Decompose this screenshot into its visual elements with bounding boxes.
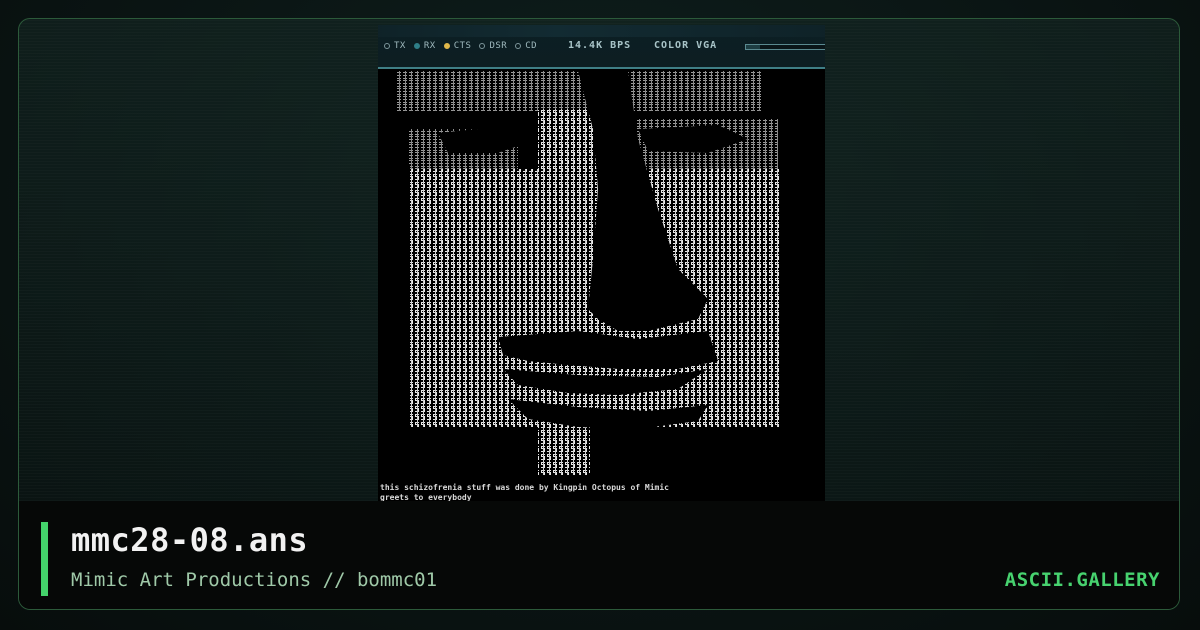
art-stem bbox=[538, 427, 590, 475]
indicator-label: CD bbox=[525, 41, 538, 51]
art-left-gap bbox=[396, 165, 410, 427]
indicator-label: CTS bbox=[453, 41, 472, 51]
site-brand[interactable]: ASCII.GALLERY bbox=[1005, 569, 1160, 591]
art-top-band bbox=[396, 71, 762, 111]
indicator-dsr: DSR bbox=[479, 41, 507, 51]
connection-speed: 14.4K BPS bbox=[568, 40, 632, 51]
download-progress-fill bbox=[746, 45, 761, 49]
terminal-status-bar: TX RX CTS DSR CD 14.4K BPS COLOR VGA bbox=[378, 25, 825, 69]
indicator-label: RX bbox=[423, 41, 436, 51]
modem-indicators: TX RX CTS DSR CD bbox=[384, 41, 545, 51]
indicator-led-icon bbox=[443, 43, 450, 49]
status-bar-header bbox=[378, 25, 825, 37]
indicator-led-icon bbox=[384, 43, 390, 49]
indicator-rx: RX bbox=[413, 41, 436, 51]
indicator-label: TX bbox=[394, 41, 406, 51]
ansi-art-image bbox=[396, 71, 780, 475]
download-progress-bar bbox=[745, 44, 825, 50]
credit-line: greets to everybody bbox=[380, 493, 472, 501]
indicator-cd: CD bbox=[515, 41, 537, 51]
indicator-cts: CTS bbox=[443, 41, 472, 51]
indicator-led-icon bbox=[515, 43, 522, 49]
indicator-led-icon bbox=[479, 43, 486, 49]
indicator-led-icon bbox=[413, 43, 420, 49]
art-preview: TX RX CTS DSR CD 14.4K BPS COLOR VGA thi… bbox=[378, 25, 825, 501]
accent-bar bbox=[41, 522, 48, 596]
indicator-tx: TX bbox=[384, 41, 406, 51]
color-mode: COLOR VGA bbox=[654, 40, 718, 51]
info-footer: mmc28-08.ans Mimic Art Productions // bo… bbox=[19, 501, 1179, 609]
indicator-label: DSR bbox=[489, 41, 508, 51]
file-subtitle: Mimic Art Productions // bommc01 bbox=[71, 569, 438, 591]
art-credit: this schizofrenia stuff was done by King… bbox=[380, 483, 669, 501]
credit-line: this schizofrenia stuff was done by King… bbox=[380, 483, 669, 492]
card-frame: TX RX CTS DSR CD 14.4K BPS COLOR VGA thi… bbox=[18, 18, 1180, 610]
file-title: mmc28-08.ans bbox=[71, 521, 309, 559]
